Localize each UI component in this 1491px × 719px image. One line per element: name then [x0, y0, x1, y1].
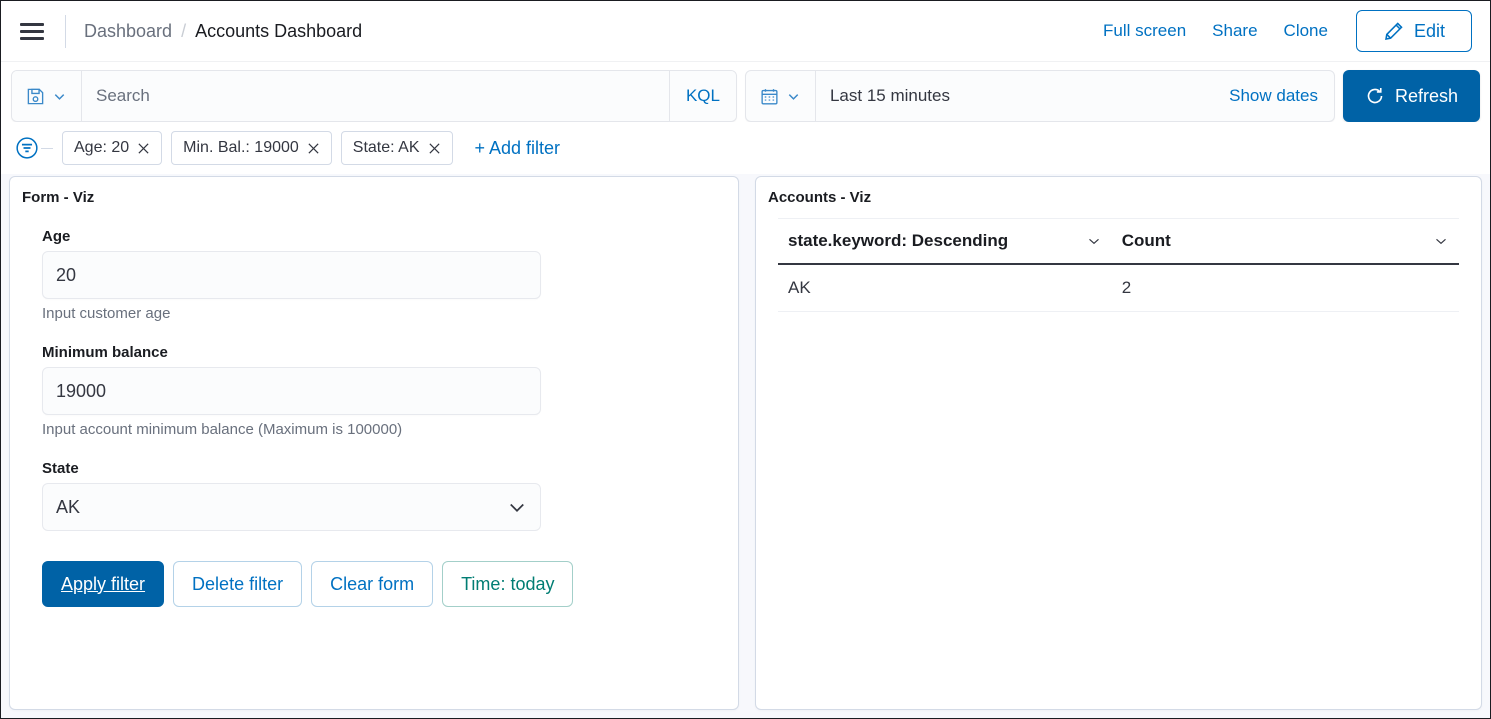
chevron-down-icon[interactable] [1433, 233, 1449, 249]
filter-pill-label: Min. Bal.: 19000 [183, 139, 299, 156]
breadcrumb-current: Accounts Dashboard [195, 20, 363, 41]
save-floppy-icon [26, 87, 45, 106]
breadcrumb-parent[interactable]: Dashboard [84, 21, 172, 42]
column-header-label: Count [1121, 231, 1171, 250]
chevron-down-icon[interactable] [1086, 233, 1102, 249]
panel-title[interactable]: Accounts - Viz [756, 177, 1481, 206]
state-label: State [42, 460, 79, 477]
breadcrumb-separator: / [181, 20, 187, 41]
minimum-balance-label: Minimum balance [42, 344, 168, 361]
filter-pill[interactable]: Age: 20 [62, 131, 163, 165]
filter-pill[interactable]: Min. Bal.: 19000 [171, 131, 332, 165]
query-language-button[interactable]: KQL [668, 71, 736, 121]
table-row[interactable]: AK 2 [778, 264, 1459, 312]
filter-circle-icon[interactable] [15, 136, 39, 160]
filter-form: Age Input customer age Minimum balance I… [10, 206, 738, 607]
refresh-button[interactable]: Refresh [1342, 70, 1480, 122]
panel-title[interactable]: Form - Viz [10, 177, 738, 206]
delete-filter-button[interactable]: Delete filter [173, 561, 303, 607]
state-select-wrapper: AK [42, 483, 541, 531]
query-bar: KQL Last 15 minutes [1, 62, 1490, 122]
hamburger-menu-icon[interactable] [15, 14, 49, 48]
full-screen-button[interactable]: Full screen [1103, 21, 1186, 41]
cell-count: 2 [1111, 264, 1459, 312]
clone-button[interactable]: Clone [1284, 21, 1328, 41]
calendar-icon [760, 87, 779, 106]
accounts-table: state.keyword: Descending Count AK 2 [778, 218, 1459, 312]
table-head: state.keyword: Descending Count [778, 218, 1459, 265]
date-range-display[interactable]: Last 15 minutes [816, 86, 1213, 106]
close-icon[interactable] [137, 142, 150, 155]
pencil-icon [1383, 21, 1404, 42]
close-icon[interactable] [428, 142, 441, 155]
table-wrapper: state.keyword: Descending Count AK 2 [756, 218, 1481, 312]
cell-state: AK [778, 264, 1112, 312]
hamburger-bar [20, 29, 44, 33]
filter-pill[interactable]: State: AK [340, 131, 453, 165]
filter-connector-line [41, 147, 53, 149]
refresh-button-label: Refresh [1394, 85, 1458, 106]
date-picker-group: Last 15 minutes Show dates [744, 70, 1335, 122]
column-header-count[interactable]: Count [1111, 218, 1459, 265]
filter-pill-label: State: AK [352, 139, 420, 156]
refresh-icon [1365, 86, 1385, 106]
table-body: AK 2 [778, 264, 1459, 312]
hamburger-bar [20, 22, 44, 26]
age-input[interactable] [42, 251, 541, 299]
filter-bar: Age: 20 Min. Bal.: 19000 State: AK + Add… [1, 122, 1490, 174]
panel-accounts-viz: Accounts - Viz state.keyword: Descending [755, 176, 1482, 710]
hamburger-bar [20, 36, 44, 40]
share-button[interactable]: Share [1212, 21, 1257, 41]
filter-pill-label: Age: 20 [74, 139, 130, 156]
panel-form-viz: Form - Viz Age Input customer age Minimu… [9, 176, 739, 710]
column-header-label: state.keyword: Descending [788, 231, 1009, 250]
state-select[interactable]: AK [42, 483, 541, 531]
saved-query-button[interactable] [12, 71, 82, 121]
edit-button-label: Edit [1413, 20, 1445, 41]
search-input[interactable] [82, 71, 669, 121]
header-actions: Full screen Share Clone Edit [1103, 10, 1472, 52]
dashboard-grid: Form - Viz Age Input customer age Minimu… [1, 174, 1490, 718]
chevron-down-icon [52, 89, 67, 104]
column-header-state[interactable]: state.keyword: Descending [778, 218, 1112, 265]
panel-body: state.keyword: Descending Count AK 2 [756, 206, 1481, 709]
edit-button[interactable]: Edit [1355, 10, 1472, 52]
close-icon[interactable] [307, 142, 320, 155]
dashboard-app: Dashboard / Accounts Dashboard Full scre… [0, 0, 1491, 719]
panel-body: Age Input customer age Minimum balance I… [10, 206, 738, 709]
top-header: Dashboard / Accounts Dashboard Full scre… [1, 1, 1490, 62]
field-minimum-balance: Minimum balance Input account minimum ba… [42, 344, 708, 438]
age-label: Age [42, 228, 71, 245]
search-group: KQL [11, 70, 737, 122]
breadcrumb: Dashboard / Accounts Dashboard [84, 21, 362, 42]
time-today-button[interactable]: Time: today [442, 561, 574, 607]
header-divider [65, 14, 66, 48]
show-dates-button[interactable]: Show dates [1213, 71, 1334, 121]
quick-select-button[interactable] [746, 71, 816, 121]
table-header-row: state.keyword: Descending Count [778, 218, 1459, 265]
field-state: State AK [42, 460, 708, 531]
field-age: Age Input customer age [42, 228, 708, 322]
age-help-text: Input customer age [42, 305, 171, 322]
minimum-balance-input[interactable] [42, 367, 541, 415]
add-filter-button[interactable]: + Add filter [475, 138, 561, 159]
chevron-down-icon [786, 89, 801, 104]
clear-form-button[interactable]: Clear form [311, 561, 434, 607]
form-button-row: Apply filter Delete filter Clear form Ti… [42, 561, 708, 607]
state-select-value: AK [56, 496, 81, 517]
minimum-balance-help-text: Input account minimum balance (Maximum i… [42, 421, 403, 438]
apply-filter-button[interactable]: Apply filter [42, 561, 165, 607]
